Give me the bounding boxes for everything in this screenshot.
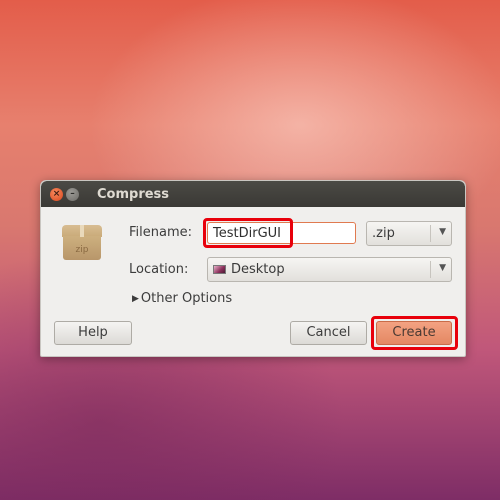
location-dropdown[interactable]: Desktop ▼ xyxy=(207,257,452,282)
filename-label: Filename: xyxy=(129,225,193,240)
minimize-button[interactable]: – xyxy=(66,187,79,201)
minimize-icon: – xyxy=(70,188,75,199)
other-options-expander[interactable]: ▶ Other Options xyxy=(132,291,232,306)
location-label: Location: xyxy=(129,262,189,277)
chevron-down-icon: ▼ xyxy=(439,227,446,237)
archive-type-label: zip xyxy=(75,245,89,255)
filename-highlight-annotation xyxy=(203,218,293,248)
expander-arrow-icon: ▶ xyxy=(132,294,139,304)
cancel-button[interactable]: Cancel xyxy=(290,321,367,345)
chevron-down-icon: ▼ xyxy=(439,263,446,273)
help-button[interactable]: Help xyxy=(54,321,132,345)
window-title: Compress xyxy=(97,186,170,202)
title-bar[interactable]: × – Compress xyxy=(41,181,465,207)
close-button[interactable]: × xyxy=(50,187,63,201)
other-options-label: Other Options xyxy=(140,291,233,306)
create-highlight-annotation xyxy=(371,316,458,350)
extension-dropdown[interactable]: .zip ▼ xyxy=(366,221,452,246)
compress-dialog: × – Compress zip Filename: TestDirGUI .z… xyxy=(40,180,466,357)
close-icon: × xyxy=(52,188,61,199)
extension-value: .zip xyxy=(372,226,395,241)
location-value: Desktop xyxy=(231,262,285,277)
archive-box-icon: zip xyxy=(62,225,102,261)
desktop-folder-icon xyxy=(213,265,226,274)
